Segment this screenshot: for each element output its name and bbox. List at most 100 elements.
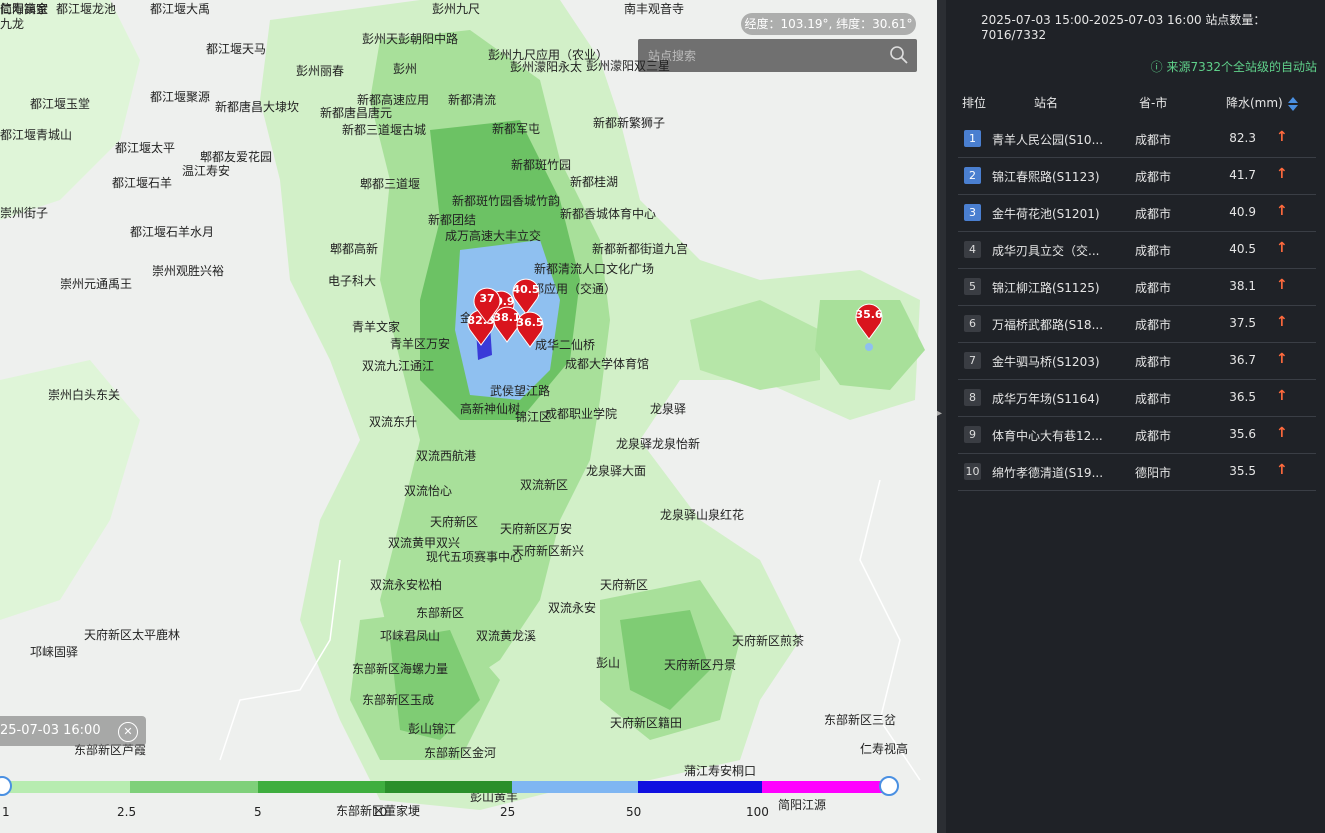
- place-label: 东部新区金河: [424, 746, 497, 760]
- time-chip-text: 25-07-03 16:00: [0, 723, 101, 738]
- col-value[interactable]: 降水(mm): [1226, 94, 1299, 112]
- place-label: 龙泉驿龙泉怡新: [616, 437, 701, 451]
- place-label: 彭州丽春: [296, 64, 345, 78]
- rainfall-value: 36.5: [1229, 390, 1256, 404]
- station-name: 金牛荷花池(S1201): [992, 207, 1100, 221]
- place-label: 仁寿视高: [860, 742, 909, 756]
- place-label: 双流西航港: [416, 449, 477, 463]
- place-label: 崇州白头东关: [48, 388, 121, 402]
- arrow-up-icon: ↑: [1276, 129, 1288, 145]
- legend-segment: [258, 781, 385, 793]
- place-label: 新都三道堰古城: [342, 123, 427, 137]
- table-row[interactable]: 9 体育中心大有巷12... 成都市 35.6 ↑: [958, 416, 1316, 454]
- rainfall-value: 82.3: [1229, 131, 1256, 145]
- col-value-label: 降水(mm): [1226, 96, 1283, 110]
- rainfall-value: 41.7: [1229, 168, 1256, 182]
- place-label: 天府新区籍田: [610, 716, 683, 730]
- place-label: 新都唐昌大埭坎: [215, 100, 300, 114]
- place-label: 彭州天彭朝阳中路: [362, 32, 459, 46]
- table-row[interactable]: 6 万福桥武都路(S18... 成都市 37.5 ↑: [958, 305, 1316, 343]
- place-label: 新都斑竹园: [511, 158, 572, 172]
- station-city: 成都市: [1135, 207, 1172, 221]
- rainfall-map[interactable]: 经度：103.19°, 纬度：30.61° 都江堰龙池 都江堰大禹九龙 彭州九尺彭州…: [0, 0, 937, 833]
- rain-pin-value: 36.5: [516, 316, 544, 329]
- place-label: 都江堰太平: [115, 141, 176, 155]
- panel-splitter[interactable]: ▸: [937, 0, 946, 833]
- place-label: 郫都三道堰: [360, 177, 421, 191]
- panel-header: 2025-07-03 15:00-2025-07-03 16:00 站点数量：7…: [981, 13, 1266, 42]
- legend-tick: 25: [500, 805, 516, 819]
- table-row[interactable]: 10 绵竹孝德清道(S19... 德阳市 35.5 ↑: [958, 453, 1316, 491]
- table-row[interactable]: 5 锦江柳江路(S1125) 成都市 38.1 ↑: [958, 268, 1316, 306]
- rain-pin[interactable]: 35.6: [854, 302, 884, 340]
- station-name: 金牛驷马桥(S1203): [992, 355, 1100, 369]
- place-label: 都江堰石羊: [112, 176, 173, 190]
- place-label: 新都新繁狮子: [593, 116, 666, 130]
- station-name: 锦江春熙路(S1123): [992, 170, 1100, 184]
- place-label: 现代五项赛事中心: [426, 550, 523, 564]
- legend-segment: [762, 781, 882, 793]
- station-name: 绵竹孝德清道(S19...: [992, 466, 1104, 480]
- arrow-up-icon: ↑: [1276, 203, 1288, 219]
- place-label: 东部新区玉成: [362, 693, 435, 707]
- place-label: 仁寿高家: [0, 2, 49, 16]
- place-label: 青羊文家: [352, 320, 401, 334]
- place-label: 彭州: [393, 62, 418, 76]
- station-search-input[interactable]: [646, 45, 880, 67]
- arrow-up-icon: ↑: [1276, 351, 1288, 367]
- station-city: 成都市: [1135, 318, 1172, 332]
- place-label: 崇州观胜兴裕: [152, 264, 225, 278]
- station-name: 体育中心大有巷12...: [992, 429, 1103, 443]
- station-name: 万福桥武都路(S18...: [992, 318, 1104, 332]
- place-label: 崇州街子: [0, 206, 49, 220]
- close-icon[interactable]: ✕: [118, 722, 138, 742]
- sort-icon[interactable]: [1287, 96, 1299, 112]
- station-city: 成都市: [1135, 281, 1172, 295]
- ranking-panel: 2025-07-03 15:00-2025-07-03 16:00 站点数量：7…: [946, 0, 1325, 833]
- place-label: 新都斑竹园香城竹韵: [452, 194, 561, 208]
- place-label: 东部新区海螺力量: [352, 662, 449, 676]
- place-label: 都江堰天马: [206, 42, 267, 56]
- table-row[interactable]: 3 金牛荷花池(S1201) 成都市 40.9 ↑: [958, 194, 1316, 232]
- place-label: 南丰观音寺: [624, 2, 685, 16]
- rank-badge: 6: [964, 315, 981, 332]
- legend-slider-max[interactable]: [879, 776, 899, 796]
- col-city: 省-市: [1139, 96, 1168, 110]
- place-label: 成都大学体育馆: [565, 357, 650, 371]
- place-label: 都江堰石羊水月: [130, 225, 215, 239]
- place-label: 龙泉驿大面: [586, 464, 647, 478]
- rainfall-value: 38.1: [1229, 279, 1256, 293]
- place-label: 成都职业学院: [545, 407, 618, 421]
- search-icon[interactable]: [889, 45, 909, 65]
- rainfall-value: 40.9: [1229, 205, 1256, 219]
- station-name: 锦江柳江路(S1125): [992, 281, 1100, 295]
- legend-tick: 1: [2, 805, 10, 819]
- table-row[interactable]: 7 金牛驷马桥(S1203) 成都市 36.7 ↑: [958, 342, 1316, 380]
- place-label: 天府新区: [600, 578, 649, 592]
- station-city: 成都市: [1135, 170, 1172, 184]
- rank-badge: 9: [964, 426, 981, 443]
- place-label: 天府新区太平鹿林: [84, 628, 181, 642]
- table-row[interactable]: 4 成华刃具立交（交... 成都市 40.5 ↑: [958, 231, 1316, 269]
- legend-tick: 50: [626, 805, 642, 819]
- place-label: 蒲江寿安桐口: [684, 764, 757, 778]
- place-label: 双流黄龙溪: [476, 629, 537, 643]
- rain-pin[interactable]: 36.5: [515, 310, 545, 348]
- place-label: 龙泉驿山泉红花: [660, 508, 745, 522]
- table-row[interactable]: 1 青羊人民公园(S10... 成都市 82.3 ↑: [958, 120, 1316, 158]
- place-label: 新都清流: [448, 93, 497, 107]
- place-label: 双流新区: [520, 478, 569, 492]
- station-search[interactable]: [638, 39, 917, 72]
- arrow-up-icon: ↑: [1276, 462, 1288, 478]
- place-label: 彭州濛阳双三星: [586, 59, 671, 73]
- place-label: 东部新区: [416, 606, 465, 620]
- expand-icon[interactable]: ▸: [937, 408, 942, 419]
- arrow-up-icon: ↑: [1276, 314, 1288, 330]
- legend-segment: [385, 781, 512, 793]
- place-label: 成万高速大丰立交: [445, 229, 542, 243]
- place-label: 新都唐昌唐元: [320, 106, 393, 120]
- place-label: 天府新区万安: [500, 522, 573, 536]
- rank-badge: 2: [964, 167, 981, 184]
- table-row[interactable]: 8 成华万年场(S1164) 成都市 36.5 ↑: [958, 379, 1316, 417]
- table-row[interactable]: 2 锦江春熙路(S1123) 成都市 41.7 ↑: [958, 157, 1316, 195]
